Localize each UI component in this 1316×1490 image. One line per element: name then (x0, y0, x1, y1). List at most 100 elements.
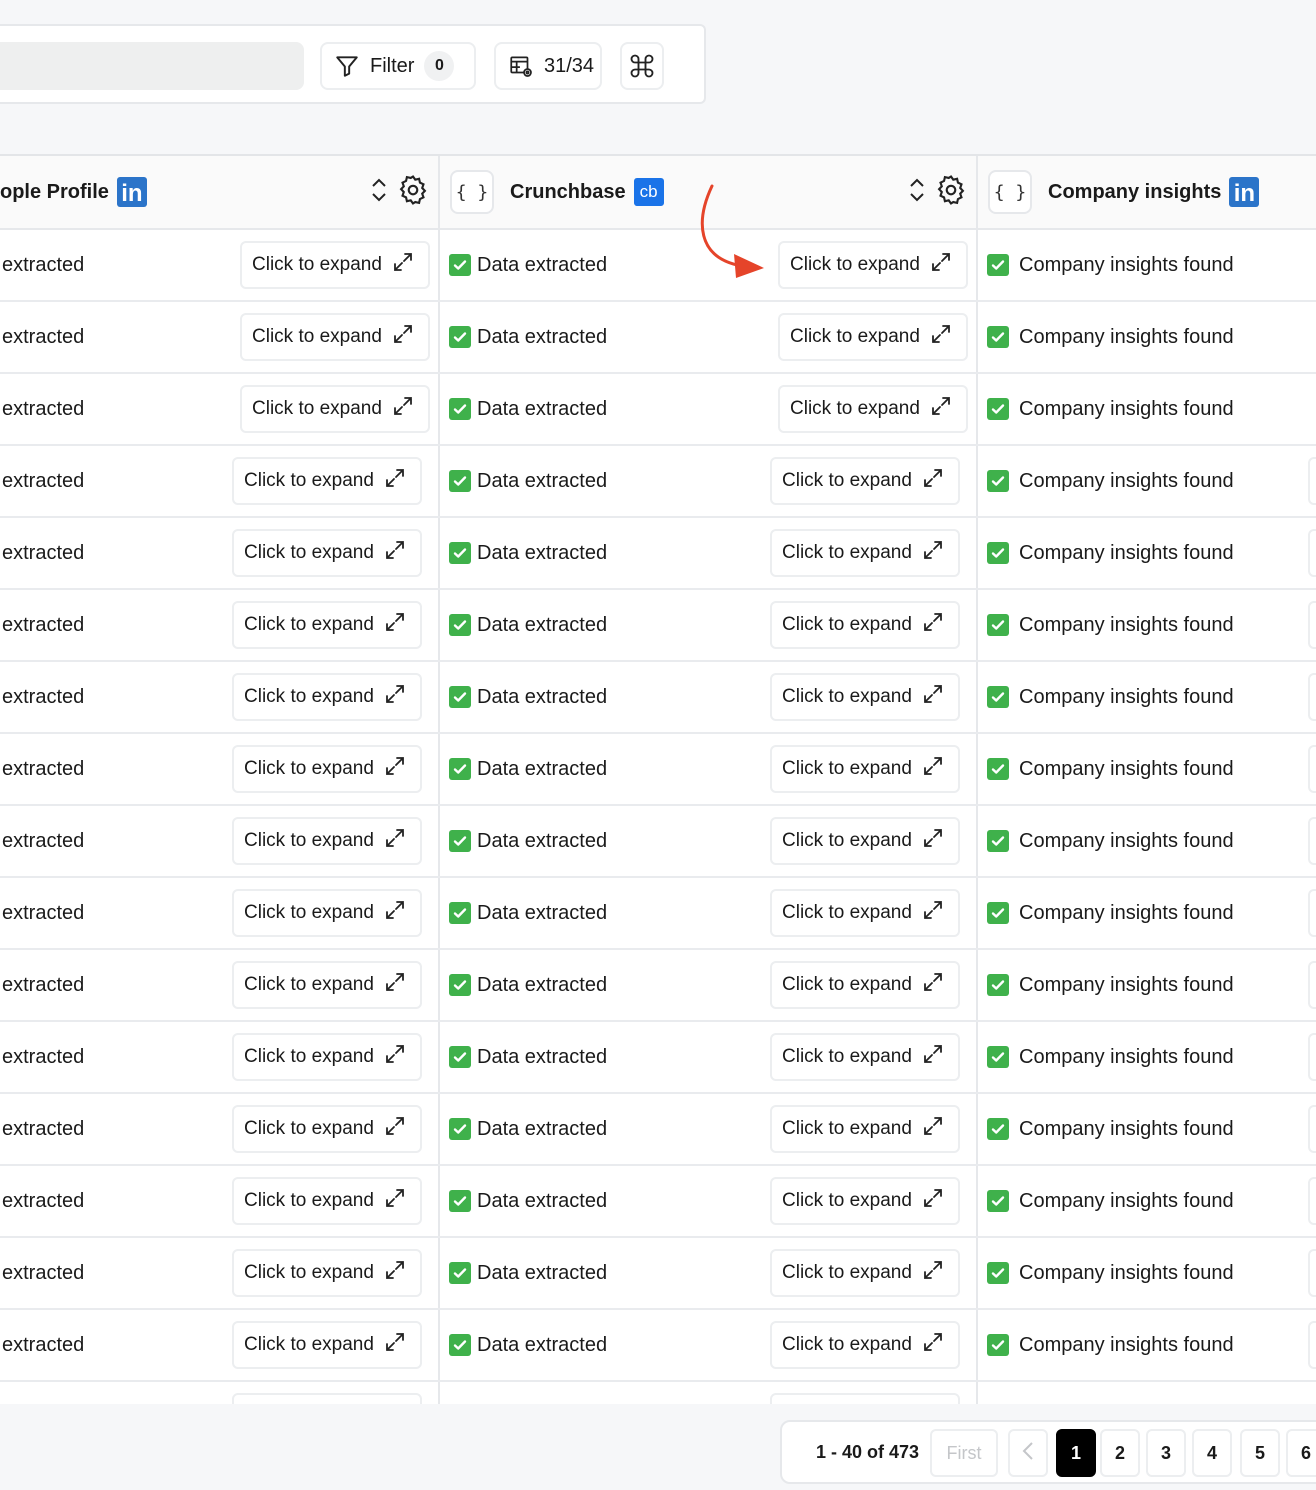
expand-cell-button[interactable] (1308, 529, 1316, 577)
expand-cell-button[interactable]: Click to expand (232, 817, 422, 865)
expand-label: Click to expand (782, 1262, 912, 1283)
crunchbase-status: Data extracted (449, 1094, 607, 1164)
expand-cell-button[interactable]: Click to expand (778, 385, 968, 433)
expand-cell-button[interactable]: Click to expand (770, 457, 960, 505)
sort-icon[interactable] (370, 177, 388, 208)
expand-cell-button[interactable] (770, 1393, 960, 1404)
expand-cell-button[interactable]: Click to expand (232, 1321, 422, 1369)
expand-cell-button[interactable]: Click to expand (232, 673, 422, 721)
expand-cell-button[interactable]: Click to expand (232, 1177, 422, 1225)
expand-cell-button[interactable]: Click to expand (778, 241, 968, 289)
expand-cell-button[interactable] (1308, 601, 1316, 649)
expand-cell-button[interactable]: Click to expand (770, 1321, 960, 1369)
table-row: extracted Click to expand Data extracted Cl… (0, 734, 1316, 806)
insights-status: Company insights found (987, 1238, 1234, 1308)
insights-status: Company insights found (987, 518, 1234, 588)
expand-label: Click to expand (244, 614, 374, 635)
expand-cell-button[interactable]: Click to expand (770, 1105, 960, 1153)
expand-cell-button[interactable]: Click to expand (240, 241, 430, 289)
columns-visibility-button[interactable]: 31/34 (494, 42, 602, 90)
crunchbase-status-text: Data extracted (477, 901, 608, 924)
page-button-6[interactable]: 6 (1286, 1429, 1316, 1477)
expand-label: Click to expand (244, 686, 374, 707)
first-page-button[interactable]: First (930, 1429, 998, 1477)
json-braces-icon[interactable]: { } (988, 170, 1032, 214)
expand-label: Click to expand (244, 830, 374, 851)
expand-cell-button[interactable] (1308, 1105, 1316, 1153)
expand-cell-button[interactable]: Click to expand (232, 529, 422, 577)
expand-cell-button[interactable] (1308, 889, 1316, 937)
expand-cell-button[interactable] (1308, 457, 1316, 505)
expand-cell-button[interactable]: Click to expand (770, 817, 960, 865)
expand-cell-button[interactable]: Click to expand (770, 1249, 960, 1297)
page-button-2[interactable]: 2 (1100, 1429, 1140, 1477)
expand-cell-button[interactable]: Click to expand (770, 1177, 960, 1225)
expand-icon (384, 755, 406, 783)
expand-label: Click to expand (244, 1190, 374, 1211)
check-icon (987, 974, 1009, 996)
page-button-3[interactable]: 3 (1146, 1429, 1186, 1477)
expand-cell-button[interactable] (1308, 1033, 1316, 1081)
crunchbase-status-text: Data extracted (477, 253, 608, 276)
expand-cell-button[interactable]: Click to expand (232, 889, 422, 937)
expand-cell-button[interactable] (232, 1393, 422, 1404)
search-input[interactable] (0, 42, 304, 90)
sort-icon[interactable] (908, 177, 926, 208)
expand-icon (922, 467, 944, 495)
expand-cell-button[interactable] (1308, 1321, 1316, 1369)
expand-cell-button[interactable]: Click to expand (778, 313, 968, 361)
expand-label: Click to expand (244, 542, 374, 563)
profile-status-text: extracted (2, 1261, 85, 1284)
expand-cell-button[interactable] (1308, 673, 1316, 721)
column-header-company-insights[interactable]: { } Company insights in (988, 156, 1260, 228)
expand-cell-button[interactable]: Click to expand (232, 961, 422, 1009)
expand-icon (922, 1259, 944, 1287)
check-icon (987, 614, 1009, 636)
expand-cell-button[interactable]: Click to expand (232, 601, 422, 649)
page-button-4[interactable]: 4 (1192, 1429, 1232, 1477)
column-header-actions (908, 156, 968, 228)
insights-status: Company insights found (987, 662, 1234, 732)
gear-icon[interactable] (934, 173, 968, 212)
insights-status: Company insights found (987, 1094, 1234, 1164)
check-icon (987, 902, 1009, 924)
expand-label: Click to expand (244, 758, 374, 779)
command-menu-button[interactable] (620, 42, 664, 90)
expand-cell-button[interactable]: Click to expand (232, 1105, 422, 1153)
expand-cell-button[interactable]: Click to expand (770, 673, 960, 721)
expand-cell-button[interactable]: Click to expand (770, 529, 960, 577)
expand-cell-button[interactable]: Click to expand (232, 457, 422, 505)
expand-icon (384, 971, 406, 999)
gear-icon[interactable] (396, 173, 430, 212)
expand-cell-button[interactable]: Click to expand (240, 385, 430, 433)
expand-cell-button[interactable] (1308, 1249, 1316, 1297)
check-icon (987, 686, 1009, 708)
expand-cell-button[interactable]: Click to expand (770, 745, 960, 793)
expand-cell-button[interactable]: Click to expand (232, 1249, 422, 1297)
expand-cell-button[interactable]: Click to expand (770, 1033, 960, 1081)
expand-cell-button[interactable]: Click to expand (770, 889, 960, 937)
json-braces-icon[interactable]: { } (450, 170, 494, 214)
expand-label: Click to expand (782, 974, 912, 995)
crunchbase-status: Data extracted (449, 806, 607, 876)
prev-page-button[interactable] (1008, 1429, 1048, 1477)
page-button-5[interactable]: 5 (1240, 1429, 1280, 1477)
crunchbase-status-text: Data extracted (477, 1261, 608, 1284)
expand-cell-button[interactable]: Click to expand (770, 601, 960, 649)
check-icon (449, 398, 471, 420)
page-button-1[interactable]: 1 (1056, 1429, 1096, 1477)
insights-status: Company insights found (987, 806, 1234, 876)
expand-cell-button[interactable]: Click to expand (232, 745, 422, 793)
expand-cell-button[interactable]: Click to expand (770, 961, 960, 1009)
table-row: extracted Click to expand Data extracted Cl… (0, 806, 1316, 878)
expand-cell-button[interactable] (1308, 961, 1316, 1009)
column-header-crunchbase[interactable]: { } Crunchbase cb (450, 156, 664, 228)
expand-cell-button[interactable] (1308, 817, 1316, 865)
filter-button[interactable]: Filter 0 (320, 42, 476, 90)
expand-label: Click to expand (782, 902, 912, 923)
column-header-people-profile[interactable]: ople Profile in (0, 156, 147, 228)
expand-cell-button[interactable]: Click to expand (240, 313, 430, 361)
expand-cell-button[interactable] (1308, 1177, 1316, 1225)
expand-cell-button[interactable] (1308, 745, 1316, 793)
expand-cell-button[interactable]: Click to expand (232, 1033, 422, 1081)
